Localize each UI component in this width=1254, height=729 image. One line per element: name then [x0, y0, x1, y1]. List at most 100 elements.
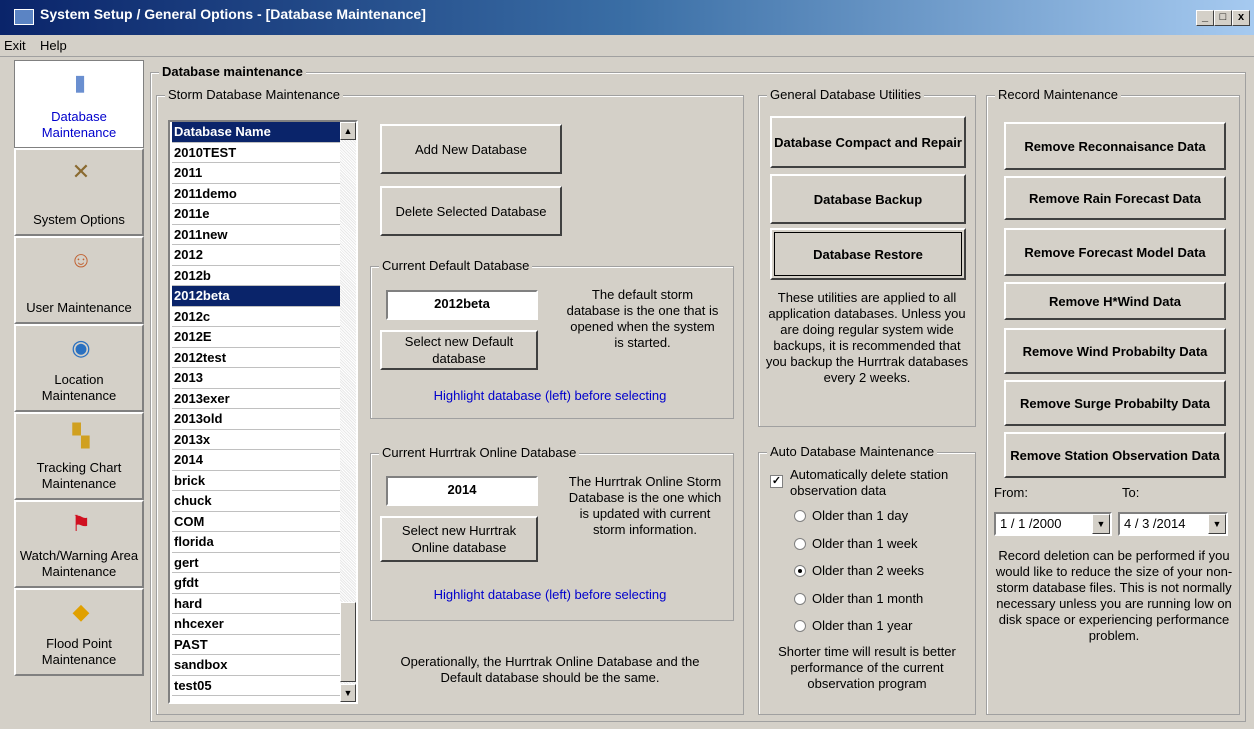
compact-repair-button[interactable]: Database Compact and Repair: [770, 116, 966, 168]
nav-label: System Options: [33, 212, 125, 227]
nav-flood-point-maintenance[interactable]: ◆ Flood Point Maintenance: [14, 588, 144, 676]
list-item[interactable]: test05: [172, 676, 340, 696]
list-item[interactable]: 2012c: [172, 307, 340, 327]
list-item[interactable]: 2013exer: [172, 389, 340, 409]
nav-database-maintenance[interactable]: ▮ Database Maintenance: [14, 60, 144, 148]
select-online-button[interactable]: Select new Hurrtrak Online database: [380, 516, 538, 562]
list-item[interactable]: 2013x: [172, 430, 340, 450]
online-info: The Hurrtrak Online Storm Database is th…: [568, 474, 722, 537]
auto-delete-label[interactable]: Automatically delete station observation…: [790, 467, 970, 499]
age-radio-label[interactable]: Older than 2 weeks: [812, 563, 924, 579]
list-item[interactable]: 2010TEST: [172, 143, 340, 163]
age-radio[interactable]: [794, 620, 806, 632]
list-scrollbar[interactable]: ▲ ▼: [340, 122, 356, 702]
chevron-down-icon[interactable]: ▼: [1208, 514, 1226, 534]
list-item[interactable]: gfdt: [172, 573, 340, 594]
list-item[interactable]: 2011new: [172, 225, 340, 245]
menu-exit[interactable]: Exit: [4, 38, 26, 53]
storm-legend: Storm Database Maintenance: [165, 87, 343, 102]
age-radio-label[interactable]: Older than 1 week: [812, 536, 918, 552]
general-info: These utilities are applied to all appli…: [765, 290, 969, 385]
list-item[interactable]: gert: [172, 553, 340, 573]
record-button-7[interactable]: Remove Station Observation Data: [1004, 432, 1226, 478]
nav-label: Watch/Warning Area Maintenance: [19, 548, 139, 579]
default-info: The default storm database is the one th…: [566, 287, 719, 350]
menu-help[interactable]: Help: [40, 38, 67, 53]
nav-label: Flood Point Maintenance: [41, 636, 117, 667]
maximize-button[interactable]: □: [1214, 10, 1232, 26]
list-item[interactable]: 2012: [172, 245, 340, 266]
auto-legend: Auto Database Maintenance: [767, 444, 938, 459]
nav-location-maintenance[interactable]: ◉ Location Maintenance: [14, 324, 144, 412]
nav-system-options[interactable]: ✕ System Options: [14, 148, 144, 236]
list-item[interactable]: 2012E: [172, 327, 340, 348]
users-icon: ☺: [69, 247, 93, 272]
list-item[interactable]: chuck: [172, 491, 340, 512]
select-default-button[interactable]: Select new Default database: [380, 330, 538, 370]
record-button-6[interactable]: Remove Surge Probabilty Data: [1004, 380, 1226, 426]
age-radio-label[interactable]: Older than 1 year: [812, 618, 912, 634]
database-list[interactable]: Database Name 2010TEST 2011 2011demo 2011e 2…: [168, 120, 358, 704]
list-item[interactable]: nhcexer: [172, 614, 340, 635]
nav-sidebar: ▮ Database Maintenance ✕ System Options …: [14, 60, 144, 727]
nav-label: Database Maintenance: [41, 109, 117, 140]
record-button-4[interactable]: Remove H*Wind Data: [1004, 282, 1226, 320]
to-label: To:: [1122, 485, 1140, 500]
restore-button[interactable]: Database Restore: [770, 228, 966, 280]
window-title: System Setup / General Options - [Databa…: [40, 6, 426, 22]
list-item[interactable]: sandbox: [172, 655, 340, 676]
list-item[interactable]: 2012beta: [172, 286, 340, 307]
scroll-up-button[interactable]: ▲: [340, 122, 356, 140]
list-item[interactable]: 2014: [172, 450, 340, 471]
list-item[interactable]: florida: [172, 532, 340, 553]
online-legend: Current Hurrtrak Online Database: [379, 445, 580, 460]
list-item[interactable]: 2011demo: [172, 184, 340, 204]
record-button-2[interactable]: Remove Rain Forecast Data: [1004, 176, 1226, 220]
delete-database-button[interactable]: Delete Selected Database: [380, 186, 562, 236]
list-item[interactable]: 2012b: [172, 266, 340, 286]
record-button-3[interactable]: Remove Forecast Model Data: [1004, 228, 1226, 276]
list-item[interactable]: 2011e: [172, 204, 340, 225]
list-item[interactable]: 2013old: [172, 409, 340, 430]
nav-user-maintenance[interactable]: ☺ User Maintenance: [14, 236, 144, 324]
age-radio-label[interactable]: Older than 1 month: [812, 591, 923, 607]
record-legend: Record Maintenance: [995, 87, 1121, 102]
list-item[interactable]: hard: [172, 594, 340, 614]
scroll-thumb[interactable]: [340, 602, 356, 682]
database-icon: ▮: [73, 70, 87, 95]
nav-label: Tracking Chart Maintenance: [36, 460, 122, 491]
flag-icon: ⚑: [71, 511, 91, 536]
list-item[interactable]: COM: [172, 512, 340, 532]
age-radio-label[interactable]: Older than 1 day: [812, 508, 908, 524]
age-radio[interactable]: [794, 592, 806, 605]
list-item[interactable]: brick: [172, 471, 340, 491]
record-button-5[interactable]: Remove Wind Probabilty Data: [1004, 328, 1226, 374]
backup-button[interactable]: Database Backup: [770, 174, 966, 224]
to-date-picker[interactable]: 4 / 3 /2014 ▼: [1118, 512, 1228, 536]
age-radio[interactable]: [794, 510, 806, 522]
list-item[interactable]: 2011: [172, 163, 340, 184]
nav-label: User Maintenance: [26, 300, 132, 315]
chevron-down-icon[interactable]: ▼: [1092, 514, 1110, 534]
list-item[interactable]: PAST: [172, 635, 340, 655]
list-item[interactable]: 2012test: [172, 348, 340, 368]
online-database-field: 2014: [386, 476, 538, 506]
list-header[interactable]: Database Name: [172, 122, 340, 143]
minimize-button[interactable]: _: [1196, 10, 1214, 26]
nav-tracking-chart-maintenance[interactable]: ▚ Tracking Chart Maintenance: [14, 412, 144, 500]
auto-delete-checkbox[interactable]: ✓: [770, 475, 783, 488]
nav-watch-warning-maintenance[interactable]: ⚑ Watch/Warning Area Maintenance: [14, 500, 144, 588]
from-date-picker[interactable]: 1 / 1 /2000 ▼: [994, 512, 1112, 536]
list-item[interactable]: 2013: [172, 368, 340, 389]
record-button-1[interactable]: Remove Reconnaisance Data: [1004, 122, 1226, 170]
map-icon: ▚: [72, 423, 90, 448]
add-database-button[interactable]: Add New Database: [380, 124, 562, 174]
close-button[interactable]: x: [1232, 10, 1250, 26]
age-radio[interactable]: [794, 537, 806, 550]
main-title: Database maintenance: [159, 64, 306, 79]
age-radio[interactable]: [794, 565, 806, 577]
flood-sign-icon: ◆: [72, 599, 90, 624]
record-note: Record deletion can be performed if you …: [995, 548, 1233, 643]
from-label: From:: [994, 485, 1028, 500]
scroll-down-button[interactable]: ▼: [340, 684, 356, 702]
